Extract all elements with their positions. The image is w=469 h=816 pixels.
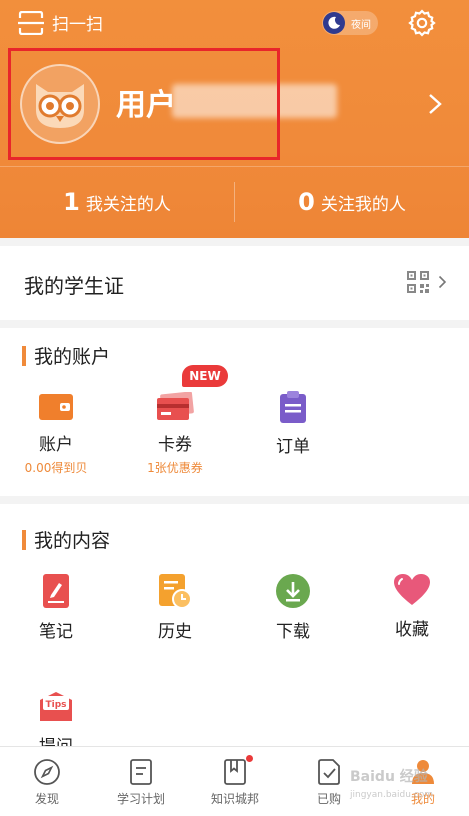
coupon-count: 1张优惠券 (147, 461, 203, 475)
history-icon (159, 574, 192, 609)
chevron-right-icon[interactable] (428, 93, 442, 115)
highlight-box (8, 48, 280, 160)
account-orders-item[interactable]: 订单 (248, 390, 338, 457)
coupon-label: 卡券 (158, 435, 192, 455)
chevron-right-icon[interactable] (438, 275, 447, 289)
tips-icon: Tips (40, 692, 72, 721)
orders-label: 订单 (276, 437, 310, 457)
download-icon (276, 574, 310, 608)
content-section-title: 我的内容 (22, 526, 110, 553)
tab-study-plan[interactable]: 学习计划 (94, 747, 188, 816)
notes-icon (43, 574, 69, 608)
account-coupon-item[interactable]: 卡券 1张优惠券 (130, 392, 220, 476)
following-count: 1 (63, 188, 80, 216)
compass-icon (34, 759, 60, 785)
following-link[interactable]: 1 我关注的人 (0, 166, 234, 238)
card-coupon-icon (157, 392, 194, 420)
account-title-label: 我的账户 (34, 346, 111, 368)
new-badge: NEW (182, 365, 228, 387)
scan-label: 扫一扫 (52, 15, 103, 35)
watermark: Baidu 经验 (350, 769, 428, 785)
content-notes-item[interactable]: 笔记 (11, 573, 101, 642)
qr-code-icon[interactable] (406, 270, 430, 294)
plan-icon (130, 759, 152, 785)
followers-label: 关注我的人 (320, 194, 406, 215)
student-card-row[interactable]: 我的学生证 (0, 246, 469, 320)
wallet-balance: 0.00得到贝 (24, 461, 88, 475)
download-label: 下载 (276, 622, 310, 642)
gear-icon[interactable] (408, 9, 436, 37)
tab-study-plan-label: 学习计划 (116, 792, 165, 806)
notification-dot (246, 755, 253, 762)
favorites-label: 收藏 (395, 620, 429, 640)
moon-icon (323, 12, 345, 34)
followers-count: 0 (298, 188, 315, 216)
account-wallet-item[interactable]: 账户 0.00得到贝 (11, 392, 101, 476)
content-favorites-item[interactable]: 收藏 (367, 573, 457, 640)
clipboard-icon (280, 391, 306, 423)
wallet-label: 账户 (39, 435, 73, 455)
title-accent-bar (22, 529, 26, 550)
account-section-title: 我的账户 (22, 342, 110, 369)
tab-discover[interactable]: 发现 (0, 747, 94, 816)
bookmark-icon (224, 759, 246, 785)
wallet-icon (39, 394, 73, 420)
tips-text: Tips (45, 700, 66, 710)
student-card-title: 我的学生证 (24, 274, 124, 298)
followers-link[interactable]: 0 关注我的人 (235, 166, 469, 238)
notes-label: 笔记 (39, 622, 73, 642)
night-mode-toggle[interactable]: 夜间 (322, 11, 378, 35)
tab-knowledge-city[interactable]: 知识城邦 (188, 747, 282, 816)
title-accent-bar (22, 345, 26, 366)
tab-purchased-label: 已购 (316, 792, 341, 806)
following-label: 我关注的人 (85, 194, 171, 215)
scan-button[interactable]: 扫一扫 (18, 10, 103, 35)
history-label: 历史 (158, 622, 192, 642)
content-history-item[interactable]: 历史 (130, 573, 220, 642)
night-mode-label: 夜间 (351, 19, 371, 31)
top-bar: 扫一扫 夜间 (0, 0, 469, 46)
tab-knowledge-city-label: 知识城邦 (210, 792, 259, 806)
tab-discover-label: 发现 (34, 792, 59, 806)
heart-icon (394, 574, 430, 605)
content-title-label: 我的内容 (34, 530, 111, 552)
purchased-icon (318, 759, 340, 785)
watermark-url: jingyan.baidu.com (350, 790, 434, 800)
content-download-item[interactable]: 下载 (248, 573, 338, 642)
scan-icon (18, 10, 44, 35)
